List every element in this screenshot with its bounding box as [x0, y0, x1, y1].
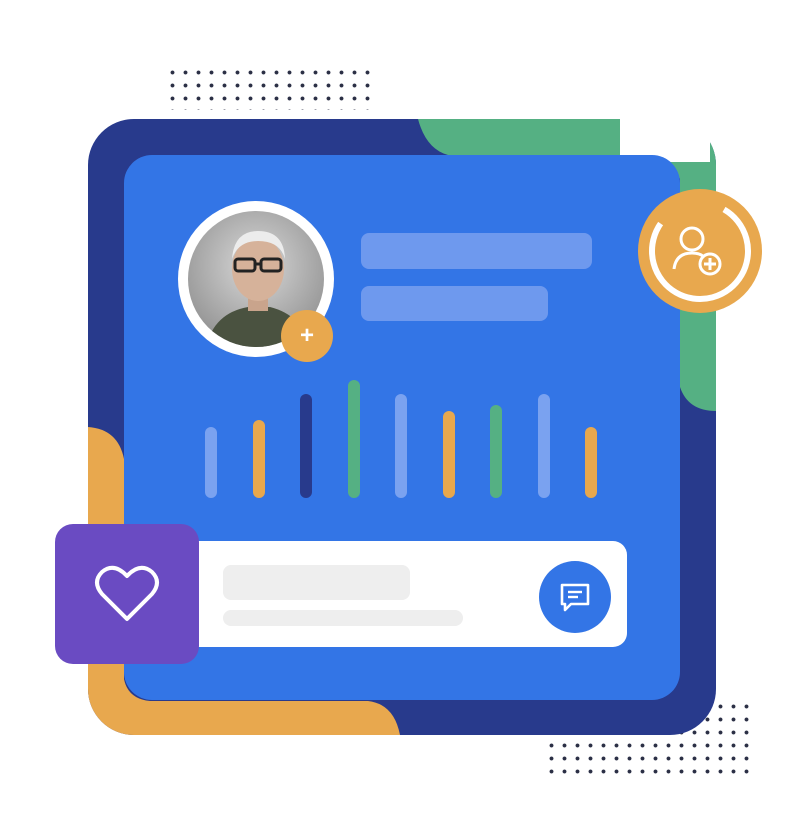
add-photo-badge[interactable]: + — [281, 310, 333, 362]
activity-bar — [442, 411, 455, 498]
heart-icon — [95, 565, 159, 621]
chat-icon — [560, 583, 590, 612]
activity-bar — [347, 380, 360, 498]
activity-bar — [252, 420, 265, 498]
plus-icon: + — [299, 322, 314, 349]
add-friend-button[interactable] — [638, 189, 762, 313]
comment-title-placeholder — [223, 565, 410, 600]
name-placeholder — [361, 233, 592, 269]
add-user-icon — [649, 200, 751, 302]
like-button[interactable] — [55, 524, 199, 664]
activity-bars — [205, 380, 610, 498]
activity-bar — [205, 427, 217, 498]
activity-bar — [490, 405, 502, 498]
activity-bar — [537, 394, 550, 498]
activity-bar — [585, 427, 597, 498]
chat-button[interactable] — [539, 561, 611, 633]
title-placeholder — [361, 286, 548, 321]
dot-pattern-top — [166, 66, 376, 110]
comment-body-placeholder — [223, 610, 463, 626]
activity-bar — [300, 394, 312, 498]
activity-bar — [395, 394, 407, 498]
